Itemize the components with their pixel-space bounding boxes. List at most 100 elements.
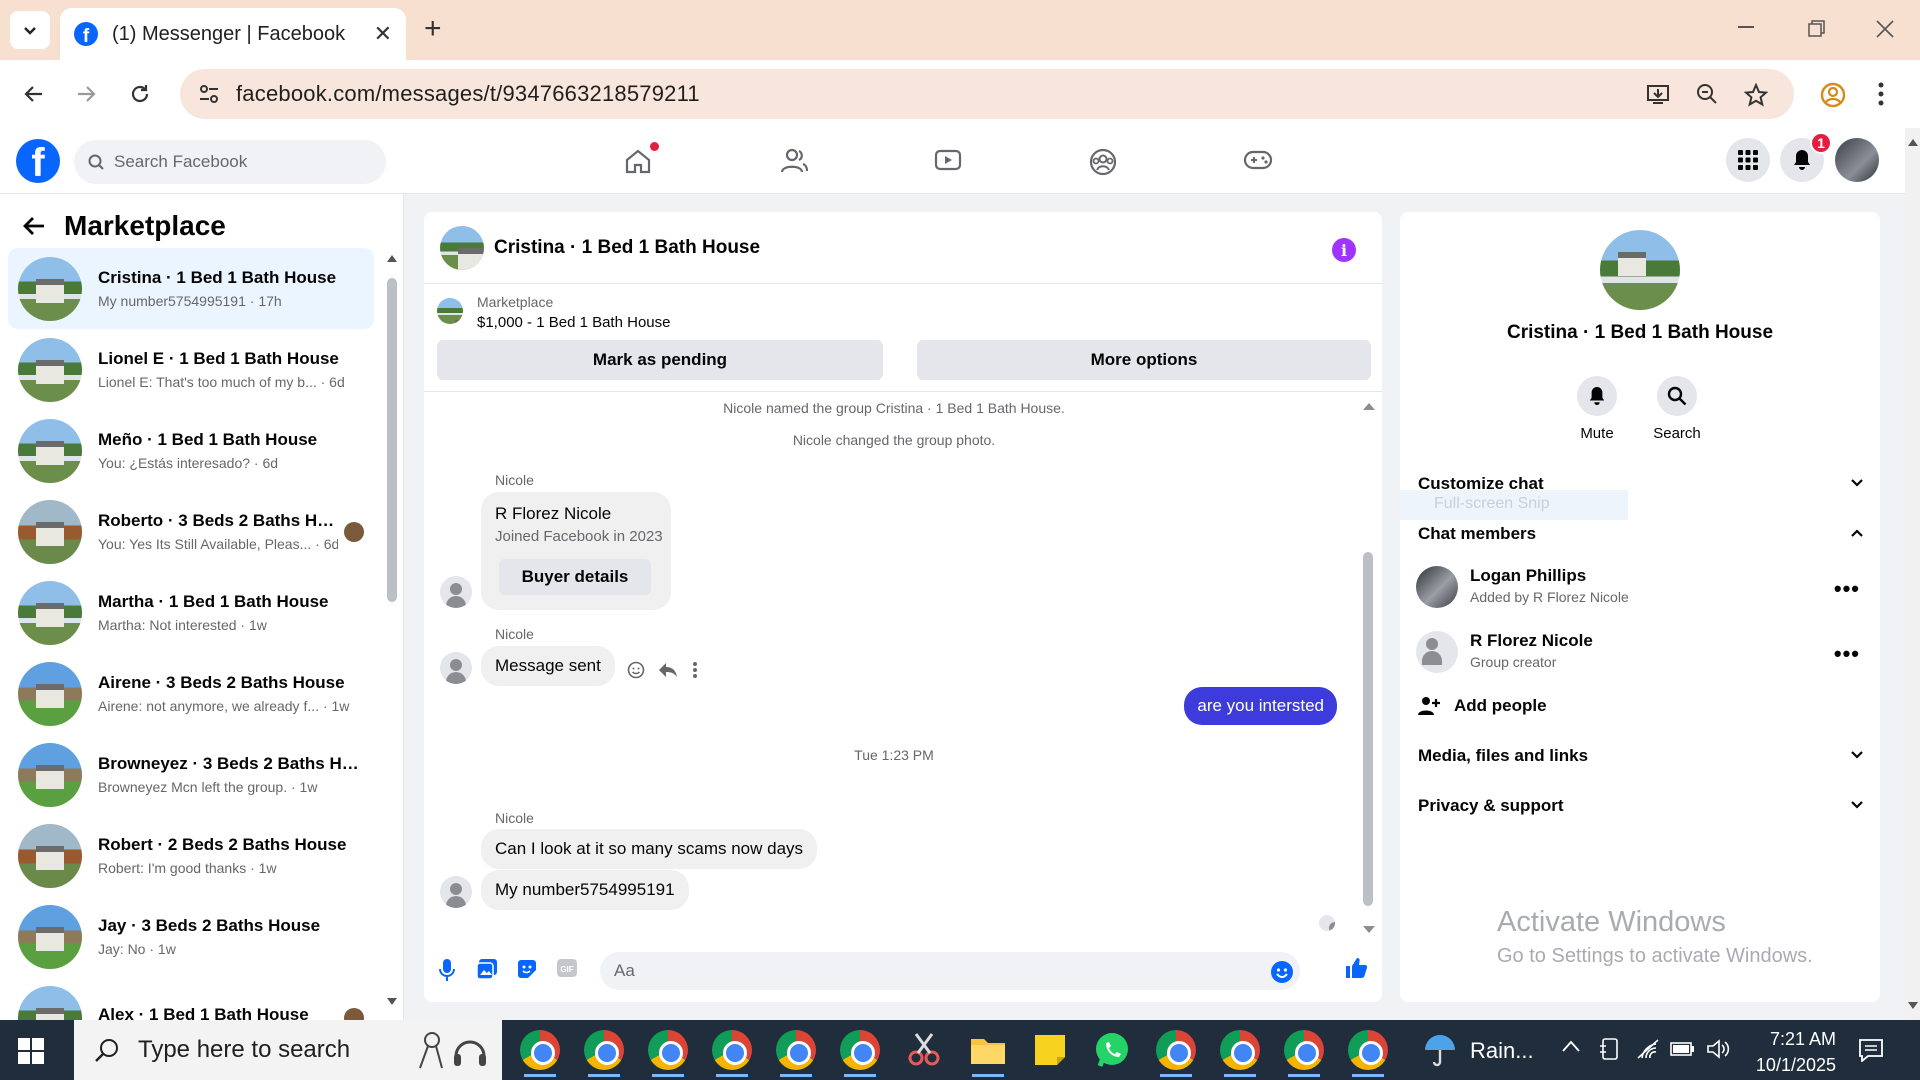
sticky-notes-icon[interactable] — [1030, 1030, 1070, 1070]
bookmark-star-icon[interactable] — [1744, 83, 1768, 107]
wifi-icon[interactable] — [1636, 1038, 1660, 1060]
menu-grid-icon[interactable] — [1726, 138, 1770, 182]
conversation-title[interactable]: Cristina · 1 Bed 1 Bath House — [494, 237, 760, 259]
chrome-taskbar-icon[interactable] — [520, 1030, 560, 1077]
browser-menu-icon[interactable] — [1878, 82, 1884, 106]
message-input[interactable]: Aa — [600, 952, 1300, 990]
volume-icon[interactable] — [1706, 1038, 1730, 1060]
emoji-icon[interactable] — [1270, 960, 1294, 984]
reply-icon[interactable] — [658, 661, 678, 679]
taskbar-search-box[interactable]: Type here to search — [74, 1020, 502, 1080]
privacy-support-section[interactable]: Privacy & support — [1418, 796, 1864, 816]
browser-tab-messenger[interactable]: f (1) Messenger | Facebook ✕ — [60, 8, 406, 60]
notification-center-icon[interactable] — [1858, 1038, 1884, 1062]
friends-nav-icon[interactable] — [780, 148, 808, 174]
chrome-taskbar-icon[interactable] — [1156, 1030, 1196, 1077]
message-bubble[interactable]: Can I look at it so many scams now days — [481, 829, 818, 869]
chrome-taskbar-icon[interactable] — [584, 1030, 624, 1077]
install-app-icon[interactable] — [1646, 83, 1670, 105]
search-conversation-button[interactable]: Search — [1637, 376, 1717, 442]
chat-member-item[interactable]: Logan Phillips Added by R Florez Nicole … — [1416, 562, 1866, 614]
restore-window-icon[interactable] — [1808, 20, 1826, 38]
listing-thumbnail[interactable] — [437, 298, 463, 324]
chrome-taskbar-icon[interactable] — [712, 1030, 752, 1077]
chat-item[interactable]: Robert · 2 Beds 2 Baths House Robert: I'm… — [8, 815, 374, 896]
my-message-bubble[interactable]: are you intersted — [1184, 687, 1337, 725]
weather-umbrella-icon[interactable] — [1422, 1032, 1458, 1068]
groups-nav-icon[interactable] — [1089, 148, 1117, 176]
chrome-taskbar-icon[interactable] — [1284, 1030, 1324, 1077]
chat-list-scrollbar[interactable] — [387, 254, 397, 1006]
forward-arrow-icon[interactable] — [74, 82, 98, 106]
scroll-thumb[interactable] — [1363, 552, 1373, 906]
chrome-taskbar-icon[interactable] — [840, 1030, 880, 1077]
tab-search-dropdown-icon[interactable] — [10, 11, 50, 49]
chat-item[interactable]: Airene · 3 Beds 2 Baths House Airene: not… — [8, 653, 374, 734]
chrome-taskbar-icon[interactable] — [1348, 1030, 1388, 1077]
mark-as-pending-button[interactable]: Mark as pending — [437, 340, 883, 380]
site-settings-icon[interactable] — [198, 83, 220, 105]
chat-members-section[interactable]: Chat members — [1418, 524, 1864, 544]
message-bubble[interactable]: My number5754995191 — [481, 870, 689, 910]
facebook-search-input[interactable]: Search Facebook — [74, 140, 386, 184]
group-photo[interactable] — [1600, 230, 1680, 310]
close-window-icon[interactable] — [1876, 20, 1894, 38]
conversation-scrollbar[interactable] — [1361, 402, 1375, 934]
facebook-logo-icon[interactable]: f — [16, 139, 60, 183]
show-hidden-icons-chevron-icon[interactable] — [1562, 1040, 1580, 1052]
more-options-icon[interactable]: ••• — [1834, 576, 1860, 602]
new-tab-icon[interactable]: + — [424, 14, 442, 44]
chat-item[interactable]: Browneyez · 3 Beds 2 Baths Ho... Browneye… — [8, 734, 374, 815]
page-scrollbar[interactable] — [1905, 128, 1920, 1020]
thumbs-up-icon[interactable] — [1344, 956, 1368, 980]
chrome-taskbar-icon[interactable] — [648, 1030, 688, 1077]
buyer-details-button[interactable]: Buyer details — [499, 559, 651, 595]
chat-item[interactable]: Meño · 1 Bed 1 Bath House You: ¿Estás int… — [8, 410, 374, 491]
sticker-icon[interactable] — [516, 958, 538, 980]
reload-icon[interactable] — [128, 82, 152, 106]
profile-account-icon[interactable] — [1820, 82, 1846, 108]
windows-start-icon[interactable] — [18, 1038, 44, 1064]
mute-button[interactable]: Mute — [1557, 376, 1637, 442]
chat-member-item[interactable]: R Florez Nicole Group creator ••• — [1416, 627, 1866, 679]
close-tab-icon[interactable]: ✕ — [374, 21, 392, 47]
snipping-tool-icon[interactable] — [904, 1030, 944, 1070]
conversation-avatar[interactable] — [440, 225, 484, 270]
meet-now-icon[interactable] — [1600, 1038, 1620, 1060]
home-nav-icon[interactable] — [624, 142, 659, 174]
add-people-button[interactable]: Add people — [1418, 696, 1864, 716]
user-avatar[interactable] — [1835, 138, 1879, 182]
microphone-icon[interactable] — [438, 958, 456, 982]
zoom-icon[interactable] — [1696, 83, 1718, 105]
more-options-button[interactable]: More options — [917, 340, 1371, 380]
minimize-window-icon[interactable] — [1738, 26, 1756, 30]
chat-item[interactable]: Lionel E · 1 Bed 1 Bath House Lionel E: T… — [8, 329, 374, 410]
back-arrow-icon[interactable] — [22, 82, 46, 106]
media-files-links-section[interactable]: Media, files and links — [1418, 746, 1864, 766]
scroll-thumb[interactable] — [387, 278, 397, 602]
message-bubble[interactable]: Message sent — [481, 646, 615, 686]
file-explorer-icon[interactable] — [968, 1030, 1008, 1077]
chat-item[interactable]: Roberto · 3 Beds 2 Baths Hou... You: Yes … — [8, 491, 374, 572]
weather-text[interactable]: Rain... — [1470, 1038, 1534, 1064]
back-arrow-icon[interactable] — [22, 215, 46, 237]
taskbar-clock[interactable]: 7:21 AM 10/1/2025 — [1738, 1026, 1836, 1078]
chat-item[interactable]: Jay · 3 Beds 2 Baths House Jay: No · 1w — [8, 896, 374, 977]
whatsapp-icon[interactable] — [1092, 1030, 1132, 1070]
react-emoji-icon[interactable] — [627, 661, 645, 679]
chat-item[interactable]: Martha · 1 Bed 1 Bath House Martha: Not i… — [8, 572, 374, 653]
chrome-taskbar-icon[interactable] — [1220, 1030, 1260, 1077]
gif-icon[interactable]: GIF — [556, 958, 578, 978]
chat-item[interactable]: Cristina · 1 Bed 1 Bath House My number57… — [8, 248, 374, 329]
gaming-nav-icon[interactable] — [1243, 148, 1273, 172]
chrome-taskbar-icon[interactable] — [776, 1030, 816, 1077]
address-bar[interactable]: facebook.com/messages/t/9347663218579211 — [180, 69, 1794, 119]
video-nav-icon[interactable] — [934, 148, 962, 174]
listing-title[interactable]: $1,000 - 1 Bed 1 Bath House — [477, 314, 670, 331]
chat-item[interactable]: Alex · 1 Bed 1 Bath House — [8, 977, 374, 1020]
info-icon[interactable]: i — [1332, 238, 1356, 262]
photo-attach-icon[interactable] — [476, 958, 498, 980]
battery-icon[interactable] — [1670, 1040, 1696, 1058]
more-options-icon[interactable]: ••• — [1834, 641, 1860, 667]
more-actions-icon[interactable] — [692, 661, 698, 679]
